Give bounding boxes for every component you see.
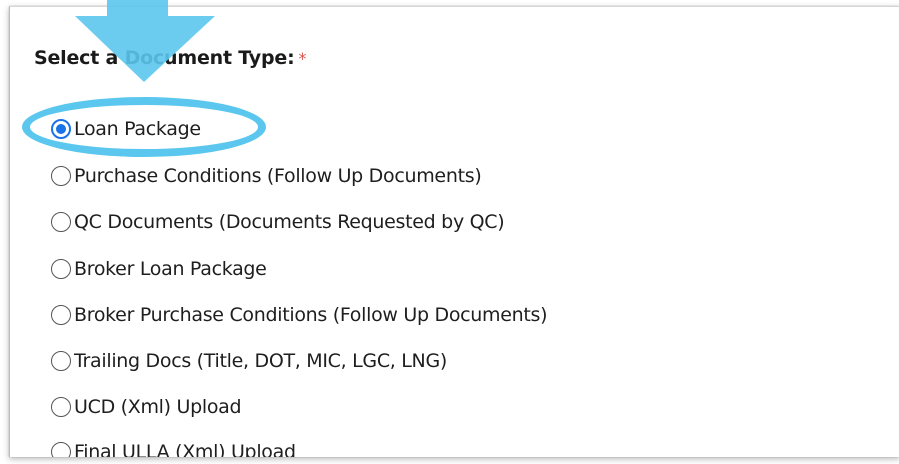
- radio-button[interactable]: [51, 259, 71, 279]
- radio-button[interactable]: [51, 212, 71, 232]
- radio-option-ucd-xml-upload[interactable]: UCD (Xml) Upload: [51, 392, 242, 422]
- radio-button[interactable]: [51, 442, 71, 457]
- radio-button[interactable]: [51, 166, 71, 186]
- radio-button[interactable]: [51, 351, 71, 371]
- radio-label: QC Documents (Documents Requested by QC): [74, 211, 505, 233]
- radio-option-final-ulla-upload[interactable]: Final ULLA (Xml) Upload: [51, 437, 296, 457]
- heading-text: Select a Document Type:: [34, 47, 295, 69]
- required-asterisk: *: [298, 49, 307, 68]
- radio-button-checked[interactable]: [51, 119, 71, 139]
- radio-label: Trailing Docs (Title, DOT, MIC, LGC, LNG…: [74, 350, 447, 372]
- document-type-heading: Select a Document Type: *: [34, 47, 306, 69]
- radio-label: Broker Loan Package: [74, 258, 267, 280]
- radio-button[interactable]: [51, 305, 71, 325]
- radio-option-qc-documents[interactable]: QC Documents (Documents Requested by QC): [51, 207, 505, 237]
- radio-button[interactable]: [51, 397, 71, 417]
- radio-label: Purchase Conditions (Follow Up Documents…: [74, 165, 482, 187]
- radio-label: Broker Purchase Conditions (Follow Up Do…: [74, 304, 548, 326]
- radio-option-broker-loan-package[interactable]: Broker Loan Package: [51, 254, 267, 284]
- radio-label: Loan Package: [74, 118, 201, 140]
- radio-label: UCD (Xml) Upload: [74, 396, 242, 418]
- radio-option-trailing-docs[interactable]: Trailing Docs (Title, DOT, MIC, LGC, LNG…: [51, 346, 447, 376]
- scroll-clip: Final ULLA (Xml) Upload: [10, 437, 899, 457]
- radio-option-broker-purchase-conditions[interactable]: Broker Purchase Conditions (Follow Up Do…: [51, 300, 548, 330]
- document-type-panel: Select a Document Type: * Loan Package Pu…: [9, 6, 899, 457]
- radio-option-loan-package[interactable]: Loan Package: [51, 114, 201, 144]
- radio-label: Final ULLA (Xml) Upload: [74, 441, 296, 457]
- radio-option-purchase-conditions[interactable]: Purchase Conditions (Follow Up Documents…: [51, 161, 482, 191]
